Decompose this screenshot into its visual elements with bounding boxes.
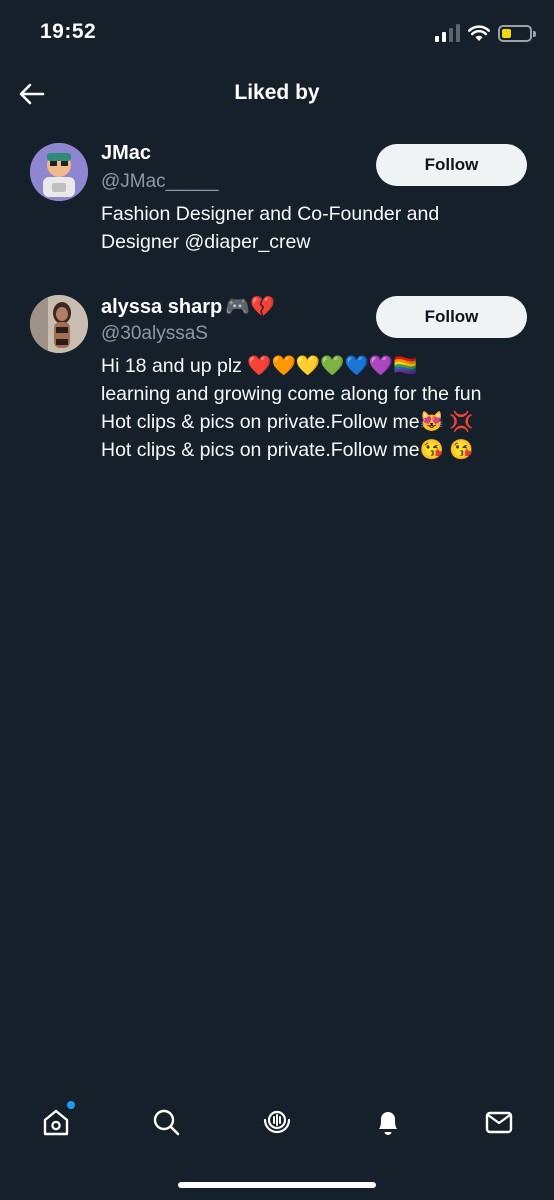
header: Liked by [0,66,554,122]
nav-spaces[interactable] [255,1100,299,1144]
home-icon [43,1109,69,1136]
status-bar: 19:52 [0,0,554,66]
user-list-item[interactable]: alyssa sharp 🎮💔 @30alyssaS Hi 18 and up p… [0,292,554,472]
messages-icon [485,1111,513,1134]
status-time: 19:52 [40,20,97,43]
user-bio: Hi 18 and up plz ❤️🧡💛💚💙💜🏳️‍🌈 learning an… [101,355,482,461]
bottom-nav [0,1090,554,1154]
page-title: Liked by [234,81,320,104]
follow-button[interactable]: Follow [376,296,527,338]
search-icon [153,1109,180,1136]
nav-messages[interactable] [477,1100,521,1144]
cellular-signal-icon [435,24,460,42]
liked-by-screen: 19:52 Liked by JMac @JMac_____ Fashion D… [0,0,554,1200]
wifi-icon [468,24,490,41]
notifications-icon [379,1112,397,1135]
avatar-image [30,143,88,201]
avatar-image [30,295,88,353]
home-indicator[interactable] [178,1182,376,1188]
status-icons [435,22,536,44]
notification-dot [67,1101,75,1109]
user-list-item[interactable]: JMac @JMac_____ Fashion Designer and Co-… [0,140,554,270]
nav-home[interactable] [34,1100,78,1144]
user-handle[interactable]: @30alyssaS [101,323,208,345]
avatar[interactable] [30,143,88,201]
follow-button[interactable]: Follow [376,144,527,186]
nav-search[interactable] [144,1100,188,1144]
name-emojis: 🎮💔 [225,296,276,318]
avatar[interactable] [30,295,88,353]
user-bio: Fashion Designer and Co-Founder and Desi… [101,203,440,253]
user-name[interactable]: JMac [101,142,151,165]
spaces-icon [263,1110,291,1134]
nav-notifications[interactable] [366,1100,410,1144]
user-name[interactable]: alyssa sharp 🎮💔 [101,294,275,319]
battery-icon [498,24,536,42]
user-handle[interactable]: @JMac_____ [101,171,219,193]
